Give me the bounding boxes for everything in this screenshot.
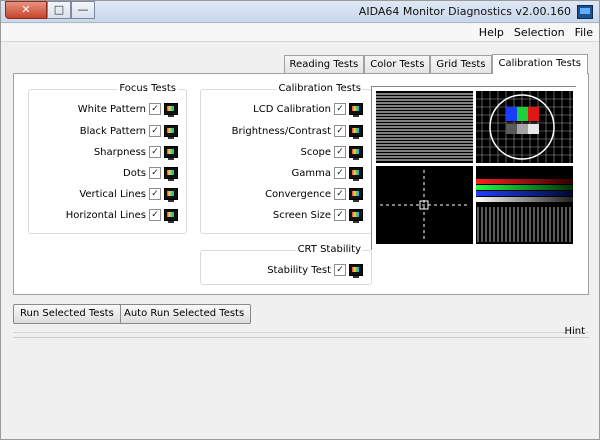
divider	[13, 332, 589, 333]
tab-calibration-tests[interactable]: Calibration Tests	[491, 54, 588, 74]
monitor-icon	[164, 209, 178, 223]
test-item-scope[interactable]: ✓ Scope	[300, 145, 363, 160]
monitor-icon	[349, 209, 363, 223]
calibration-group-title: Calibration Tests	[276, 83, 363, 95]
close-button[interactable]: ✕	[5, 1, 47, 19]
test-label: Convergence	[265, 188, 331, 200]
test-label: Dots	[123, 167, 146, 179]
app-window: ✕ □ — AIDA64 Monitor Diagnostics v2.00.1…	[0, 0, 600, 440]
checkbox-scope[interactable]: ✓	[334, 146, 346, 158]
monitor-icon	[164, 103, 178, 117]
maximize-button[interactable]: □	[47, 1, 71, 19]
tab-grid-tests[interactable]: Grid Tests	[430, 55, 492, 74]
test-item-screen-size[interactable]: ✓ Screen Size	[272, 208, 363, 223]
app-monitor-icon	[577, 5, 593, 19]
test-label: LCD Calibration	[253, 103, 331, 115]
focus-tests-group: Focus Tests ✓ White Pattern ✓ Black Patt…	[28, 83, 187, 234]
test-label: Black Pattern	[79, 125, 146, 137]
run-selected-tests-button[interactable]: Run Selected Tests	[13, 304, 121, 324]
monitor-icon	[164, 188, 178, 202]
minimize-button[interactable]: —	[71, 1, 95, 19]
tab-strip: Calibration Tests Grid Tests Color Tests…	[283, 54, 588, 74]
test-label: Scope	[300, 146, 331, 158]
monitor-icon	[164, 167, 178, 181]
crt-stability-group: CRT Stability ✓ Stability Test	[200, 244, 372, 285]
menu-help[interactable]: Help	[479, 26, 504, 39]
test-pattern-image	[372, 87, 577, 251]
test-item-gamma[interactable]: ✓ Gamma	[291, 166, 363, 181]
test-item-dots[interactable]: ✓ Dots	[123, 166, 178, 181]
hint-area	[13, 337, 589, 433]
checkbox-convergence[interactable]: ✓	[334, 188, 346, 200]
test-item-sharpness[interactable]: ✓ Sharpness	[93, 145, 178, 160]
checkbox-screen-size[interactable]: ✓	[334, 209, 346, 221]
test-item-lcd-calibration[interactable]: ✓ LCD Calibration	[253, 102, 363, 117]
checkbox-dots[interactable]: ✓	[149, 167, 161, 179]
checkbox-horizontal-lines[interactable]: ✓	[149, 209, 161, 221]
test-label: Stability Test	[267, 264, 331, 276]
focus-group-title: Focus Tests	[117, 83, 178, 95]
auto-run-selected-tests-button[interactable]: Auto Run Selected Tests	[117, 304, 252, 324]
test-item-black-pattern[interactable]: ✓ Black Pattern	[79, 124, 178, 139]
monitor-icon	[349, 188, 363, 202]
monitor-icon	[164, 125, 178, 139]
title-bar: ✕ □ — AIDA64 Monitor Diagnostics v2.00.1…	[1, 1, 599, 23]
test-label: Gamma	[291, 167, 332, 179]
checkbox-black-pattern[interactable]: ✓	[149, 125, 161, 137]
test-label: Sharpness	[93, 146, 146, 158]
monitor-icon	[164, 146, 178, 160]
menu-file[interactable]: File	[575, 26, 593, 39]
test-label: Horizontal Lines	[65, 209, 146, 221]
test-item-brightness-contrast[interactable]: ✓ Brightness/Contrast	[231, 124, 363, 139]
tab-color-tests[interactable]: Color Tests	[364, 55, 431, 74]
checkbox-gamma[interactable]: ✓	[334, 167, 346, 179]
test-label: Brightness/Contrast	[231, 125, 331, 137]
test-item-vertical-lines[interactable]: ✓ Vertical Lines	[79, 187, 178, 202]
test-item-horizontal-lines[interactable]: ✓ Horizontal Lines	[65, 208, 178, 223]
tab-reading-tests[interactable]: Reading Tests	[283, 55, 365, 74]
test-item-white-pattern[interactable]: ✓ White Pattern	[77, 102, 178, 117]
hint-label: Hint	[564, 326, 585, 337]
monitor-icon	[349, 125, 363, 139]
checkbox-sharpness[interactable]: ✓	[149, 146, 161, 158]
monitor-icon	[349, 264, 363, 278]
monitor-icon	[349, 167, 363, 181]
menu-bar: File Selection Help	[1, 24, 599, 42]
test-item-convergence[interactable]: ✓ Convergence	[265, 187, 363, 202]
test-label: Screen Size	[272, 209, 331, 221]
monitor-icon	[349, 103, 363, 117]
calibration-tests-group: Calibration Tests ✓ LCD Calibration ✓ Br…	[200, 83, 372, 234]
monitor-icon	[349, 146, 363, 160]
checkbox-lcd-calibration[interactable]: ✓	[334, 103, 346, 115]
test-label: Vertical Lines	[79, 188, 146, 200]
test-pattern-preview	[371, 86, 577, 251]
test-item-stability-test[interactable]: ✓ Stability Test	[267, 263, 363, 278]
window-title: AIDA64 Monitor Diagnostics v2.00.160	[358, 5, 571, 18]
checkbox-white-pattern[interactable]: ✓	[149, 103, 161, 115]
test-label: White Pattern	[77, 103, 146, 115]
checkbox-brightness-contrast[interactable]: ✓	[334, 125, 346, 137]
checkbox-stability-test[interactable]: ✓	[334, 264, 346, 276]
crt-group-title: CRT Stability	[295, 244, 363, 256]
window-controls: ✕ □ —	[5, 1, 95, 19]
menu-selection[interactable]: Selection	[514, 26, 565, 39]
checkbox-vertical-lines[interactable]: ✓	[149, 188, 161, 200]
